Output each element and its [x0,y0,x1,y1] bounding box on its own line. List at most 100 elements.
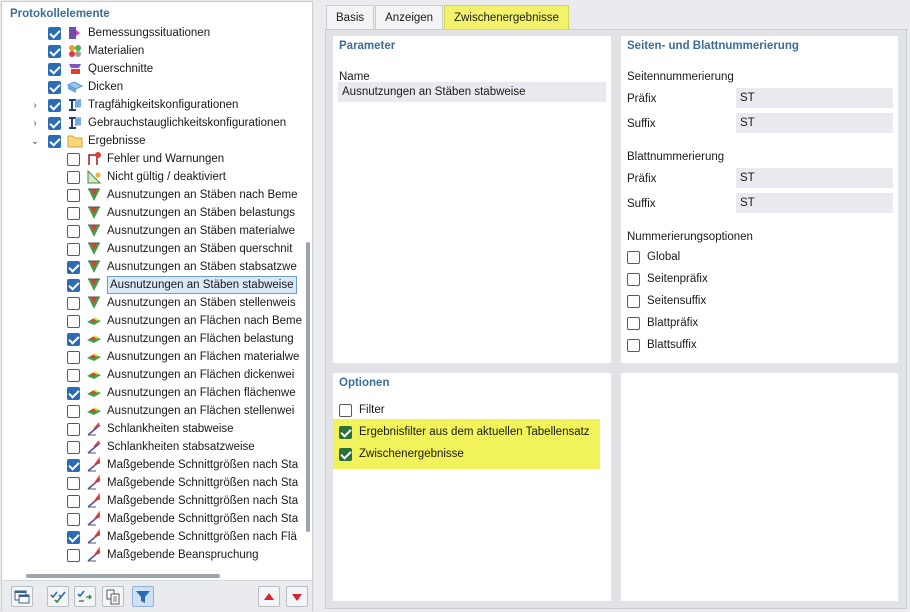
page-suffix-checkbox[interactable] [627,294,640,308]
tree-item[interactable]: Maßgebende Beanspruchung [2,546,302,564]
tree-item-checkbox[interactable] [67,314,80,328]
tree-item[interactable]: Maßgebende Schnittgrößen nach Flä [2,528,302,546]
option-global[interactable]: Global [627,248,680,266]
tree-item[interactable]: Ausnutzungen an Stäben belastungs [2,204,302,222]
tree-item[interactable]: Ausnutzungen an Flächen dickenwei [2,366,302,384]
tree-item-checkbox[interactable] [67,188,80,202]
tree-item[interactable]: Dicken [2,78,302,96]
name-field[interactable]: Ausnutzungen an Stäben stabweise [338,82,606,102]
tree-item[interactable]: Ausnutzungen an Stäben querschnit [2,240,302,258]
tree-item[interactable]: Ausnutzungen an Stäben stabsatzwe [2,258,302,276]
tree-item-checkbox[interactable] [67,458,80,472]
vertical-scrollbar[interactable] [306,242,310,532]
tab-zwischenergebnisse[interactable]: Zwischenergebnisse [444,5,569,29]
tree-item-checkbox[interactable] [67,440,80,454]
tree-item-checkbox[interactable] [48,116,61,130]
tab-basis[interactable]: Basis [326,5,375,29]
option-page-prefix[interactable]: Seitenpräfix [627,270,708,288]
sheet-prefix-checkbox[interactable] [627,316,640,330]
tree-item[interactable]: Schlankheiten stabsatzweise [2,438,302,456]
chevron-right-icon[interactable]: › [29,118,41,129]
tree-item[interactable]: Ausnutzungen an Stäben materialwe [2,222,302,240]
result-filter-checkbox[interactable] [339,425,352,439]
global-checkbox[interactable] [627,250,640,264]
filter-button[interactable] [132,586,154,607]
tree-item[interactable]: Ausnutzungen an Flächen materialwe [2,348,302,366]
tree-item-checkbox[interactable] [67,548,80,562]
chevron-down-icon[interactable]: ⌄ [29,136,41,147]
tree-item[interactable]: Ausnutzungen an Stäben stellenweis [2,294,302,312]
tree-item[interactable]: Maßgebende Schnittgrößen nach Sta [2,456,302,474]
tree-item[interactable]: Querschnitte [2,60,302,78]
sheet-prefix-field[interactable]: ST [736,168,893,188]
move-down-button[interactable] [286,586,308,607]
tree-item-checkbox[interactable] [67,494,80,508]
tree-item[interactable]: Schlankheiten stabweise [2,420,302,438]
page-prefix-field[interactable]: ST [736,88,893,108]
tree-item-checkbox[interactable] [67,170,80,184]
tree-item-checkbox[interactable] [67,260,80,274]
tree-item-checkbox[interactable] [67,206,80,220]
tree-item-checkbox[interactable] [67,530,80,544]
tree-item-checkbox[interactable] [67,152,80,166]
tree-item[interactable]: Ausnutzungen an Flächen stellenwei [2,402,302,420]
toggle-check-button[interactable] [74,586,96,607]
tree-item[interactable]: ⌄ Ergebnisse [2,132,302,150]
copy-settings-button[interactable] [102,586,124,607]
sheet-suffix-option-label: Blattsuffix [647,339,697,351]
tree-toolbar [2,580,312,611]
tree-item[interactable]: Ausnutzungen an Stäben stabweise [2,276,302,294]
tree-item-checkbox[interactable] [67,224,80,238]
tree-item[interactable]: Ausnutzungen an Stäben nach Beme [2,186,302,204]
tree-item[interactable]: Ausnutzungen an Flächen belastung [2,330,302,348]
tab-anzeigen[interactable]: Anzeigen [375,5,444,29]
tree-item-checkbox[interactable] [48,98,61,112]
option-filter[interactable]: Filter [339,401,385,419]
option-sheet-suffix[interactable]: Blattsuffix [627,336,697,354]
tree-item[interactable]: Ausnutzungen an Flächen flächenwe [2,384,302,402]
tree-item[interactable]: Fehler und Warnungen [2,150,302,168]
window-button[interactable] [11,586,33,607]
check-all-button[interactable] [47,586,69,607]
tree-item-checkbox[interactable] [67,368,80,382]
invalid-icon [87,169,102,184]
intermediate-results-checkbox[interactable] [339,447,352,461]
tree-item-checkbox[interactable] [48,62,61,76]
option-intermediate-results[interactable]: Zwischenergebnisse [339,445,464,463]
tree-item[interactable]: Materialien [2,42,302,60]
tree-item[interactable]: Maßgebende Schnittgrößen nach Sta [2,474,302,492]
page-suffix-field[interactable]: ST [736,113,893,133]
option-result-filter[interactable]: Ergebnisfilter aus dem aktuellen Tabelle… [339,423,590,441]
tree-item-checkbox[interactable] [67,296,80,310]
sheet-suffix-field[interactable]: ST [736,193,893,213]
tree-item[interactable]: Maßgebende Schnittgrößen nach Sta [2,492,302,510]
option-page-suffix[interactable]: Seitensuffix [627,292,706,310]
tree-item-checkbox[interactable] [48,134,61,148]
tree-item-checkbox[interactable] [67,512,80,526]
move-up-button[interactable] [258,586,280,607]
chevron-right-icon[interactable]: › [29,100,41,111]
tree-item[interactable]: Bemessungssituationen [2,24,302,42]
tree-item-checkbox[interactable] [48,26,61,40]
slenderness-icon [87,422,101,436]
tree-item-checkbox[interactable] [67,278,80,292]
tree-item[interactable]: Maßgebende Schnittgrößen nach Sta [2,510,302,528]
horizontal-scrollbar[interactable] [26,574,220,578]
tree-item-checkbox[interactable] [67,404,80,418]
tree-item[interactable]: Nicht gültig / deaktiviert [2,168,302,186]
tree-item-checkbox[interactable] [67,422,80,436]
tree-item[interactable]: › Gebrauchstauglichkeitskonfigurationen [2,114,302,132]
page-prefix-checkbox[interactable] [627,272,640,286]
option-sheet-prefix[interactable]: Blattpräfix [627,314,698,332]
sheet-suffix-checkbox[interactable] [627,338,640,352]
tree-item[interactable]: Ausnutzungen an Flächen nach Beme [2,312,302,330]
tree-item-checkbox[interactable] [67,476,80,490]
filter-checkbox[interactable] [339,403,352,417]
tree-item-checkbox[interactable] [48,80,61,94]
tree-item-checkbox[interactable] [67,242,80,256]
tree-item-checkbox[interactable] [67,350,80,364]
tree-item-checkbox[interactable] [67,332,80,346]
tree-item-checkbox[interactable] [48,44,61,58]
tree-item[interactable]: › Tragfähigkeitskonfigurationen [2,96,302,114]
tree-item-checkbox[interactable] [67,386,80,400]
